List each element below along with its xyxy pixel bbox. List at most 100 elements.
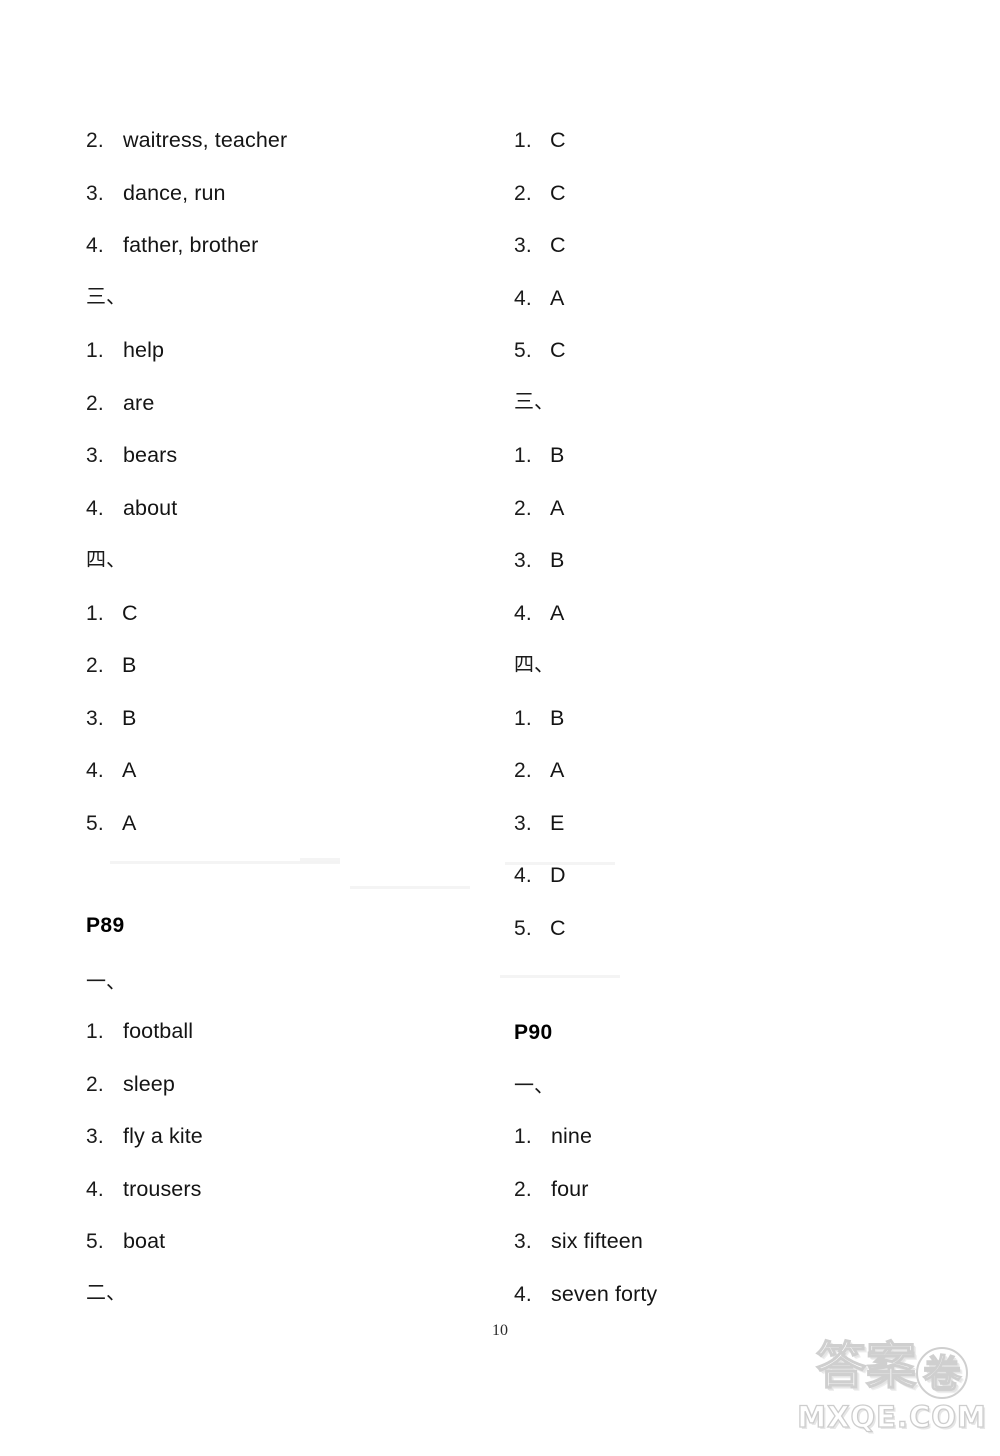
answer-number: 5. bbox=[514, 917, 532, 940]
answer-number: 2. bbox=[86, 1073, 104, 1096]
answer-row: 5. A bbox=[86, 811, 136, 837]
answer-text: D bbox=[550, 863, 566, 887]
page-section-label: P89 bbox=[86, 914, 125, 937]
answer-number: 3. bbox=[86, 1125, 104, 1148]
scan-artifact bbox=[300, 858, 340, 863]
answer-text: nine bbox=[551, 1124, 593, 1148]
answer-number: 4. bbox=[86, 1178, 104, 1201]
answer-number: 2. bbox=[514, 759, 532, 782]
answer-number: 1. bbox=[86, 339, 104, 362]
answer-row: 2. A bbox=[514, 758, 564, 784]
answer-key-page: 2. waitress, teacher 3. dance, run 4. father,… bbox=[0, 0, 1000, 1456]
answer-row: 3. C bbox=[514, 233, 566, 259]
answer-row: 3. fly a kite bbox=[86, 1124, 203, 1150]
answer-number: 4. bbox=[86, 497, 104, 520]
watermark-cn-plain: 答案 bbox=[815, 1337, 916, 1395]
answer-number: 4. bbox=[514, 864, 532, 887]
answer-text: about bbox=[123, 496, 178, 520]
answer-text: boat bbox=[123, 1229, 166, 1253]
answer-number: 3. bbox=[514, 234, 532, 257]
answer-row: 5. C bbox=[514, 338, 566, 364]
answer-row: 5. boat bbox=[86, 1229, 165, 1255]
answer-text: E bbox=[550, 811, 565, 835]
answer-number: 3. bbox=[86, 182, 104, 205]
answer-row: 4. trousers bbox=[86, 1177, 201, 1203]
answer-text: father, brother bbox=[123, 233, 259, 257]
section-heading: 一、 bbox=[514, 1073, 554, 1097]
answer-number: 2. bbox=[514, 182, 532, 205]
answer-number: 1. bbox=[86, 1020, 104, 1043]
answer-row: 3. B bbox=[514, 548, 564, 574]
answer-row: 1. football bbox=[86, 1019, 193, 1045]
answer-number: 2. bbox=[86, 392, 104, 415]
page-folio: 10 bbox=[492, 1322, 508, 1339]
answer-row: 2. A bbox=[514, 496, 564, 522]
answer-text: C bbox=[550, 128, 566, 152]
answer-number: 1. bbox=[514, 129, 532, 152]
answer-row: 3. B bbox=[86, 706, 136, 732]
answer-number: 3. bbox=[514, 812, 532, 835]
answer-text: C bbox=[122, 601, 138, 625]
answer-row: 3. E bbox=[514, 811, 564, 837]
answer-number: 2. bbox=[86, 129, 104, 152]
answer-text: C bbox=[550, 233, 566, 257]
answer-number: 4. bbox=[514, 602, 532, 625]
site-watermark: 答案卷 MXQE.COM bbox=[792, 1338, 992, 1450]
answer-text: B bbox=[550, 548, 565, 572]
answer-number: 1. bbox=[514, 707, 532, 730]
section-heading: 四、 bbox=[86, 547, 126, 571]
answer-text: A bbox=[550, 601, 565, 625]
answer-text: fly a kite bbox=[123, 1124, 203, 1148]
answer-number: 4. bbox=[86, 234, 104, 257]
answer-row: 2. four bbox=[514, 1177, 588, 1203]
answer-number: 3. bbox=[514, 549, 532, 572]
answer-text: sleep bbox=[123, 1072, 175, 1096]
watermark-cn-circled: 卷 bbox=[916, 1347, 968, 1399]
answer-text: B bbox=[122, 706, 137, 730]
section-heading: 一、 bbox=[86, 969, 126, 993]
answer-row: 1. nine bbox=[514, 1124, 592, 1150]
answer-text: C bbox=[550, 916, 566, 940]
answer-text: football bbox=[123, 1019, 194, 1043]
answer-number: 4. bbox=[514, 287, 532, 310]
answer-number: 5. bbox=[86, 1230, 104, 1253]
answer-number: 3. bbox=[86, 444, 104, 467]
answer-text: A bbox=[550, 496, 565, 520]
answer-number: 3. bbox=[86, 707, 104, 730]
answer-row: 4. A bbox=[514, 601, 564, 627]
answer-number: 2. bbox=[514, 497, 532, 520]
answer-number: 1. bbox=[514, 444, 532, 467]
answer-row: 2. are bbox=[86, 391, 154, 417]
answer-text: A bbox=[550, 758, 565, 782]
answer-text: are bbox=[123, 391, 155, 415]
answer-number: 1. bbox=[86, 602, 104, 625]
answer-text: B bbox=[550, 443, 565, 467]
answer-row: 3. dance, run bbox=[86, 181, 226, 207]
answer-row: 1. C bbox=[86, 601, 138, 627]
answer-text: six fifteen bbox=[551, 1229, 643, 1253]
scan-artifact bbox=[110, 861, 340, 864]
section-heading: 三、 bbox=[514, 389, 554, 413]
answer-text: waitress, teacher bbox=[123, 128, 288, 152]
answer-row: 2. C bbox=[514, 181, 566, 207]
answer-number: 4. bbox=[514, 1283, 532, 1306]
answer-row: 2. waitress, teacher bbox=[86, 128, 287, 154]
answer-text: A bbox=[550, 286, 565, 310]
answer-text: seven forty bbox=[551, 1282, 658, 1306]
answer-text: A bbox=[122, 811, 137, 835]
answer-text: trousers bbox=[123, 1177, 202, 1201]
answer-text: B bbox=[122, 653, 137, 677]
answer-row: 3. six fifteen bbox=[514, 1229, 643, 1255]
answer-row: 2. sleep bbox=[86, 1072, 175, 1098]
answer-number: 3. bbox=[514, 1230, 532, 1253]
answer-number: 2. bbox=[86, 654, 104, 677]
answer-row: 1. help bbox=[86, 338, 164, 364]
answer-row: 5. C bbox=[514, 916, 566, 942]
page-section-label: P90 bbox=[514, 1021, 553, 1044]
answer-text: A bbox=[122, 758, 137, 782]
answer-row: 3. bears bbox=[86, 443, 177, 469]
answer-row: 4. A bbox=[86, 758, 136, 784]
answer-number: 4. bbox=[86, 759, 104, 782]
answer-row: 4. A bbox=[514, 286, 564, 312]
answer-number: 5. bbox=[86, 812, 104, 835]
